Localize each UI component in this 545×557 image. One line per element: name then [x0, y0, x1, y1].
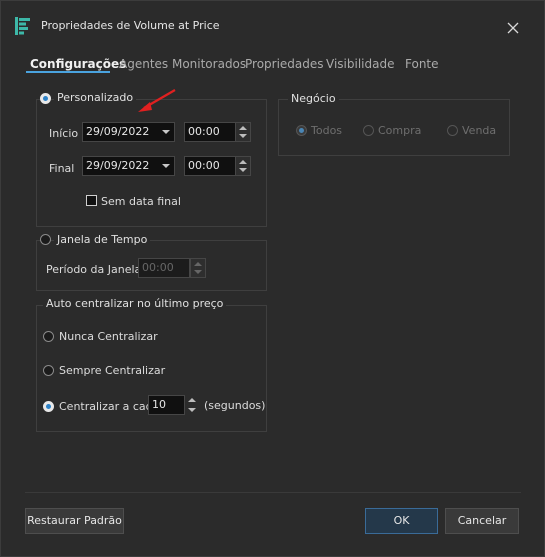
- tab-propriedades[interactable]: Propriedades: [245, 57, 324, 71]
- tab-bar: Configurações Agentes Monitorados Propri…: [1, 53, 544, 75]
- annotation-arrow-icon: [138, 89, 176, 112]
- compra-radio[interactable]: [363, 125, 374, 136]
- centralizar-a-cada-radio[interactable]: [43, 401, 54, 412]
- final-date-value: 29/09/2022: [86, 159, 150, 172]
- personalizado-radio[interactable]: [40, 93, 51, 104]
- arrow-down-icon: [194, 270, 202, 274]
- periodo-janela-input[interactable]: 00:00: [138, 258, 190, 278]
- inicio-label: Início: [49, 127, 79, 140]
- janela-radio[interactable]: [40, 234, 51, 245]
- centralizar-a-cada-label: Centralizar a cada: [59, 400, 160, 413]
- centralizar-segundos-value: 10: [152, 398, 166, 411]
- arrow-down-icon: [188, 408, 196, 412]
- final-time-value: 00:00: [188, 159, 220, 172]
- arrow-up-icon: [188, 398, 196, 402]
- chevron-down-icon: [162, 130, 170, 134]
- volume-at-price-icon: [15, 17, 35, 35]
- tab-fonte[interactable]: Fonte: [405, 57, 439, 71]
- sem-data-final-checkbox[interactable]: [86, 195, 97, 206]
- close-icon: [507, 22, 519, 34]
- periodo-janela-stepper[interactable]: [190, 258, 206, 278]
- segundos-unit-label: (segundos): [204, 399, 266, 412]
- sem-data-final-label: Sem data final: [101, 195, 181, 208]
- sempre-centralizar-radio[interactable]: [43, 365, 54, 376]
- chevron-down-icon: [162, 164, 170, 168]
- arrow-down-icon: [239, 168, 247, 172]
- janela-label: Janela de Tempo: [54, 233, 151, 246]
- final-date-dropdown[interactable]: 29/09/2022: [82, 156, 175, 176]
- nunca-centralizar-label: Nunca Centralizar: [59, 330, 158, 343]
- title-bar: Propriedades de Volume at Price: [1, 1, 544, 41]
- todos-radio[interactable]: [296, 125, 307, 136]
- arrow-down-icon: [239, 134, 247, 138]
- nunca-centralizar-radio[interactable]: [43, 331, 54, 342]
- periodo-janela-label: Período da Janela: [46, 263, 142, 276]
- compra-label: Compra: [378, 124, 422, 137]
- personalizado-label: Personalizado: [54, 91, 137, 104]
- final-time-stepper[interactable]: [235, 156, 251, 176]
- auto-centralizar-title: Auto centralizar no último preço: [43, 297, 227, 310]
- centralizar-segundos-input[interactable]: 10: [148, 395, 185, 415]
- final-label: Final: [49, 162, 75, 175]
- sempre-centralizar-label: Sempre Centralizar: [59, 364, 166, 377]
- active-tab-indicator: [26, 71, 110, 73]
- venda-radio[interactable]: [447, 125, 458, 136]
- final-time-input[interactable]: 00:00: [184, 156, 236, 176]
- ok-button[interactable]: OK: [365, 508, 438, 534]
- close-button[interactable]: [499, 15, 527, 41]
- inicio-date-value: 29/09/2022: [86, 125, 150, 138]
- arrow-up-icon: [239, 126, 247, 130]
- inicio-time-input[interactable]: 00:00: [184, 122, 236, 142]
- tab-configuracoes[interactable]: Configurações: [30, 57, 126, 71]
- inicio-date-dropdown[interactable]: 29/09/2022: [82, 122, 175, 142]
- arrow-up-icon: [194, 262, 202, 266]
- cancel-button[interactable]: Cancelar: [445, 508, 519, 534]
- tab-visibilidade[interactable]: Visibilidade: [326, 57, 394, 71]
- todos-label: Todos: [311, 124, 343, 137]
- restaurar-padrao-button[interactable]: Restaurar Padrão: [25, 508, 124, 534]
- window-title: Propriedades de Volume at Price: [41, 19, 220, 32]
- venda-label: Venda: [462, 124, 497, 137]
- tab-agentes-monitorados[interactable]: Agentes Monitorados: [119, 57, 246, 71]
- centralizar-segundos-stepper[interactable]: [185, 395, 201, 415]
- periodo-janela-value: 00:00: [142, 261, 174, 274]
- negocio-title: Negócio: [288, 92, 339, 105]
- inicio-time-value: 00:00: [188, 125, 220, 138]
- arrow-up-icon: [239, 160, 247, 164]
- footer-divider: [25, 492, 521, 493]
- inicio-time-stepper[interactable]: [235, 122, 251, 142]
- dialog-window: Propriedades de Volume at Price Configur…: [0, 0, 545, 557]
